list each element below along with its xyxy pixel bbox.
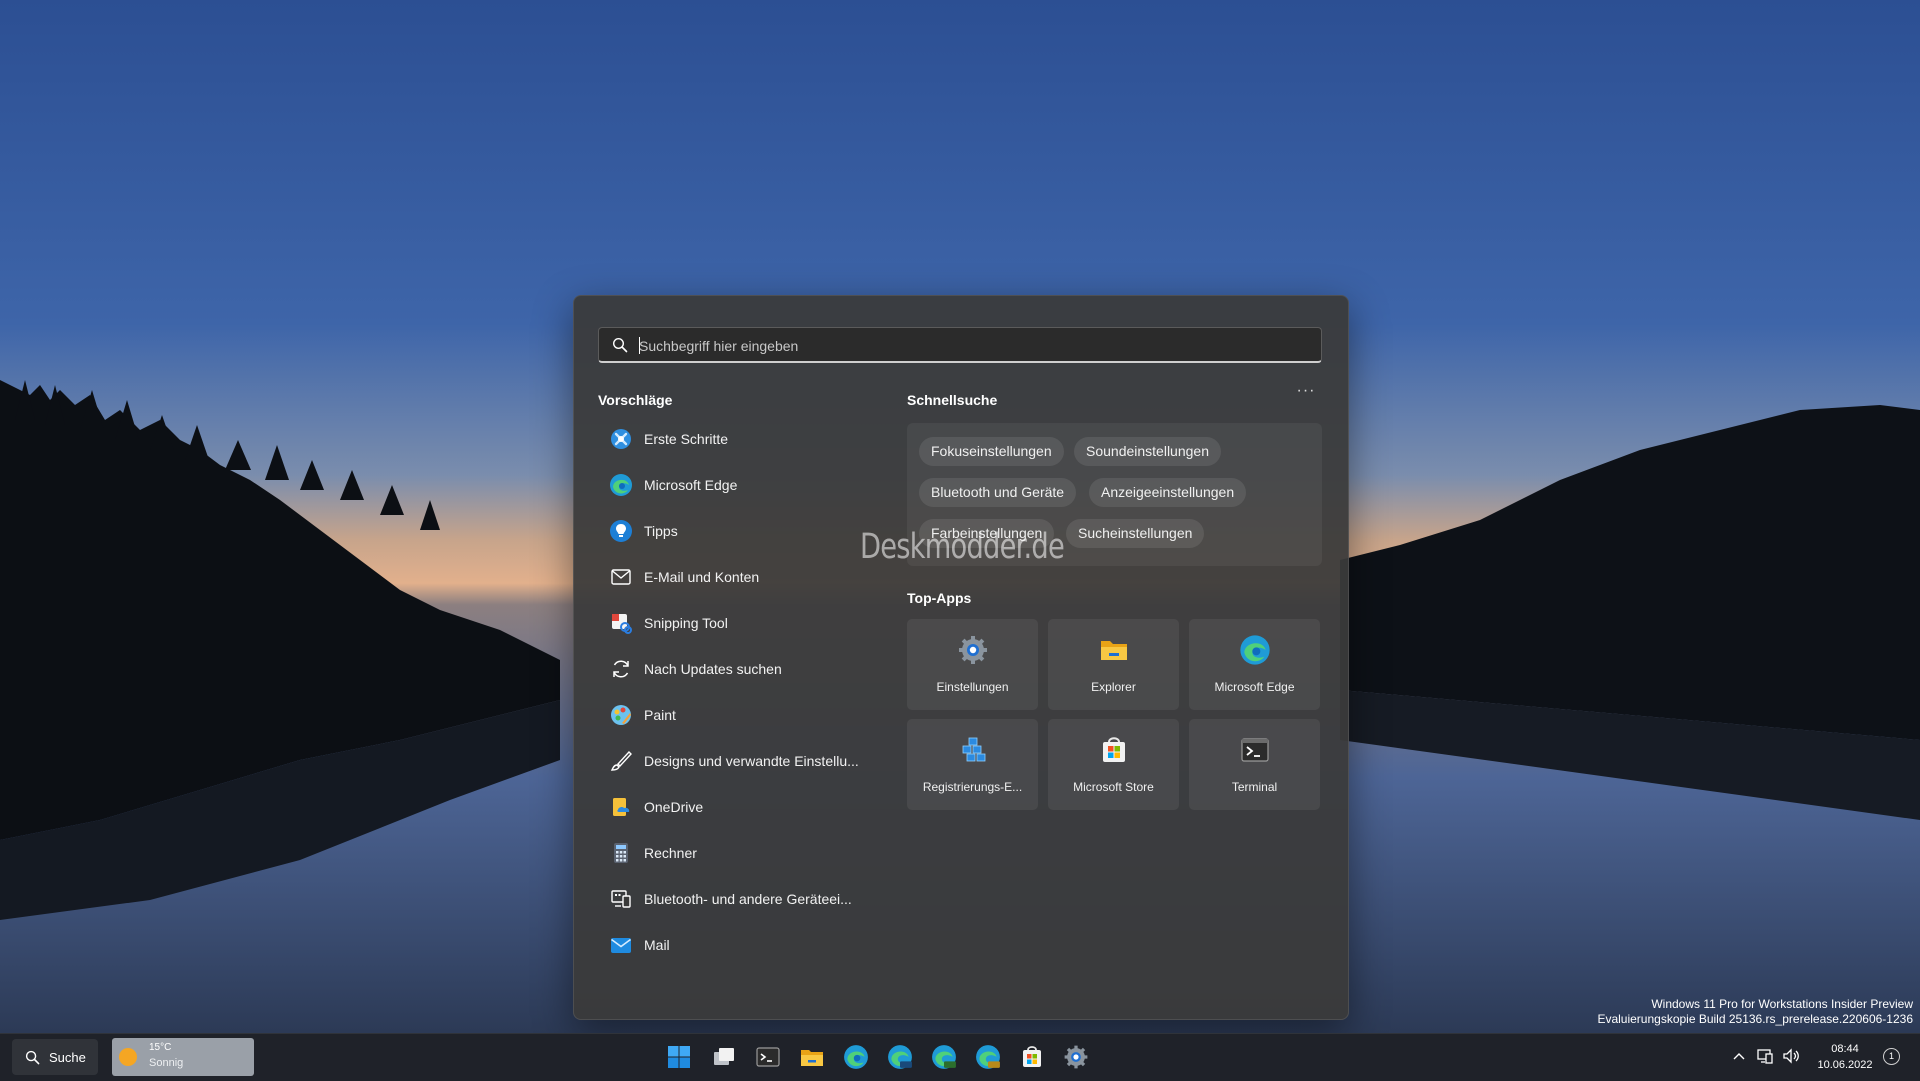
search-input[interactable] xyxy=(637,332,1301,360)
suggestion-item[interactable]: Microsoft Edge xyxy=(601,462,861,508)
quick-search-chip[interactable]: Anzeigeeinstellungen xyxy=(1089,478,1247,507)
edge-icon xyxy=(1240,635,1270,665)
get-started-icon xyxy=(611,429,631,449)
quick-search-chip[interactable]: Fokuseinstellungen xyxy=(919,437,1064,466)
file-explorer-icon[interactable] xyxy=(799,1044,825,1070)
suggestions-title: Vorschläge xyxy=(598,392,673,408)
calculator-icon xyxy=(614,843,628,863)
suggestion-item[interactable]: Paint xyxy=(601,692,861,738)
watermark-text: Deskmodder.de xyxy=(860,527,1065,567)
edge-dev-icon[interactable] xyxy=(931,1044,957,1070)
top-app-tile[interactable]: Terminal xyxy=(1189,719,1320,810)
mail-outline-icon xyxy=(611,569,631,585)
suggestion-item[interactable]: Erste Schritte xyxy=(601,416,861,462)
suggestion-item[interactable]: Bluetooth- und andere Geräteei... xyxy=(601,876,861,922)
build-watermark: Windows 11 Pro for Workstations Insider … xyxy=(1597,997,1913,1027)
text-caret xyxy=(639,337,640,354)
top-app-tile[interactable]: Microsoft Edge xyxy=(1189,619,1320,710)
search-icon xyxy=(25,1050,40,1065)
suggestion-label: Tipps xyxy=(644,523,678,539)
start-icon[interactable] xyxy=(666,1044,692,1070)
terminal-icon[interactable] xyxy=(755,1044,781,1070)
suggestion-item[interactable]: Tipps xyxy=(601,508,861,554)
suggestion-label: OneDrive xyxy=(644,799,704,815)
weather-temperature: 15°C xyxy=(149,1042,172,1053)
suggestion-item[interactable]: Rechner xyxy=(601,830,861,876)
search-box[interactable] xyxy=(598,327,1322,363)
store-icon[interactable] xyxy=(1019,1044,1045,1070)
top-apps-title: Top-Apps xyxy=(907,590,972,606)
top-app-label: Registrierungs-E... xyxy=(922,780,1023,794)
search-icon xyxy=(612,337,628,353)
brush-icon xyxy=(610,750,632,771)
settings-icon[interactable] xyxy=(1063,1044,1089,1070)
chevron-up-icon[interactable] xyxy=(1729,1046,1749,1066)
suggestion-item[interactable]: Nach Updates suchen xyxy=(601,646,861,692)
suggestion-label: Microsoft Edge xyxy=(644,477,738,493)
suggestion-item[interactable]: E-Mail und Konten xyxy=(601,554,861,600)
edge-canary-icon[interactable] xyxy=(975,1044,1001,1070)
build-line-version: Evaluierungskopie Build 25136.rs_prerele… xyxy=(1597,1012,1913,1026)
edge-icon[interactable] xyxy=(843,1044,869,1070)
top-app-label: Microsoft Edge xyxy=(1214,680,1295,694)
top-app-tile[interactable]: Registrierungs-E... xyxy=(907,719,1038,810)
clock[interactable]: 08:44 10.06.2022 xyxy=(1812,1041,1878,1073)
suggestion-item[interactable]: OneDrive xyxy=(601,784,861,830)
quick-search-chip[interactable]: Soundeinstellungen xyxy=(1074,437,1221,466)
clock-time: 08:44 xyxy=(1831,1043,1859,1055)
edge-icon xyxy=(610,474,632,496)
terminal-icon xyxy=(1241,738,1269,762)
quick-search-chip[interactable]: Bluetooth und Geräte xyxy=(919,478,1077,507)
suggestion-label: Erste Schritte xyxy=(644,431,729,447)
suggestion-item[interactable]: Mail xyxy=(601,922,861,968)
clock-date: 10.06.2022 xyxy=(1817,1059,1873,1071)
tips-icon xyxy=(610,520,632,542)
sunny-icon xyxy=(119,1048,137,1066)
top-app-label: Terminal xyxy=(1231,780,1278,794)
top-app-tile[interactable]: Microsoft Store xyxy=(1048,719,1179,810)
top-app-tile[interactable]: Explorer xyxy=(1048,619,1179,710)
taskbar-search-label: Suche xyxy=(49,1050,86,1065)
more-options-button[interactable]: ··· xyxy=(1294,383,1318,404)
suggestion-label: Snipping Tool xyxy=(644,615,728,631)
top-app-tile[interactable]: Einstellungen xyxy=(907,619,1038,710)
suggestion-label: Designs und verwandte Einstellu... xyxy=(644,753,859,769)
weather-condition: Sonnig xyxy=(149,1057,184,1069)
notification-badge[interactable]: 1 xyxy=(1883,1048,1900,1065)
suggestion-label: Paint xyxy=(644,707,676,723)
suggestions-list: Erste Schritte Microsoft Edge Tipps E-Ma… xyxy=(601,416,861,968)
suggestion-item[interactable]: Snipping Tool xyxy=(601,600,861,646)
paint-icon xyxy=(611,705,631,725)
store-icon xyxy=(1103,737,1125,762)
snipping-tool-icon xyxy=(612,614,632,634)
top-app-label: Microsoft Store xyxy=(1073,780,1154,794)
suggestion-item[interactable]: Designs und verwandte Einstellu... xyxy=(601,738,861,784)
suggestion-label: Mail xyxy=(644,937,670,953)
mail-app-icon xyxy=(611,938,631,953)
taskbar: Suche 15°C Sonnig 08:44 10.06.2022 1 xyxy=(0,1033,1920,1081)
edge-beta-icon[interactable] xyxy=(887,1044,913,1070)
settings-icon xyxy=(959,636,987,664)
network-icon[interactable] xyxy=(1755,1046,1775,1066)
weather-widget[interactable]: 15°C Sonnig xyxy=(112,1038,254,1076)
devices-icon xyxy=(611,890,631,908)
taskbar-search-button[interactable]: Suche xyxy=(12,1039,98,1075)
top-app-label: Einstellungen xyxy=(936,680,1009,694)
search-flyout: Vorschläge Erste Schritte Microsoft Edge xyxy=(573,295,1349,1020)
suggestion-label: Bluetooth- und andere Geräteei... xyxy=(644,891,852,907)
task-view-icon[interactable] xyxy=(711,1044,737,1070)
build-line-edition: Windows 11 Pro for Workstations Insider … xyxy=(1651,997,1913,1011)
suggestion-label: Nach Updates suchen xyxy=(644,661,782,677)
quick-search-title: Schnellsuche xyxy=(907,392,998,408)
onedrive-icon xyxy=(613,798,630,816)
suggestion-label: Rechner xyxy=(644,845,697,861)
suggestion-label: E-Mail und Konten xyxy=(644,569,760,585)
registry-editor-icon xyxy=(962,737,986,762)
volume-icon[interactable] xyxy=(1781,1046,1801,1066)
refresh-icon xyxy=(613,660,629,678)
quick-search-chip[interactable]: Sucheinstellungen xyxy=(1066,519,1205,548)
folder-icon xyxy=(1101,641,1127,660)
top-app-label: Explorer xyxy=(1091,680,1136,694)
